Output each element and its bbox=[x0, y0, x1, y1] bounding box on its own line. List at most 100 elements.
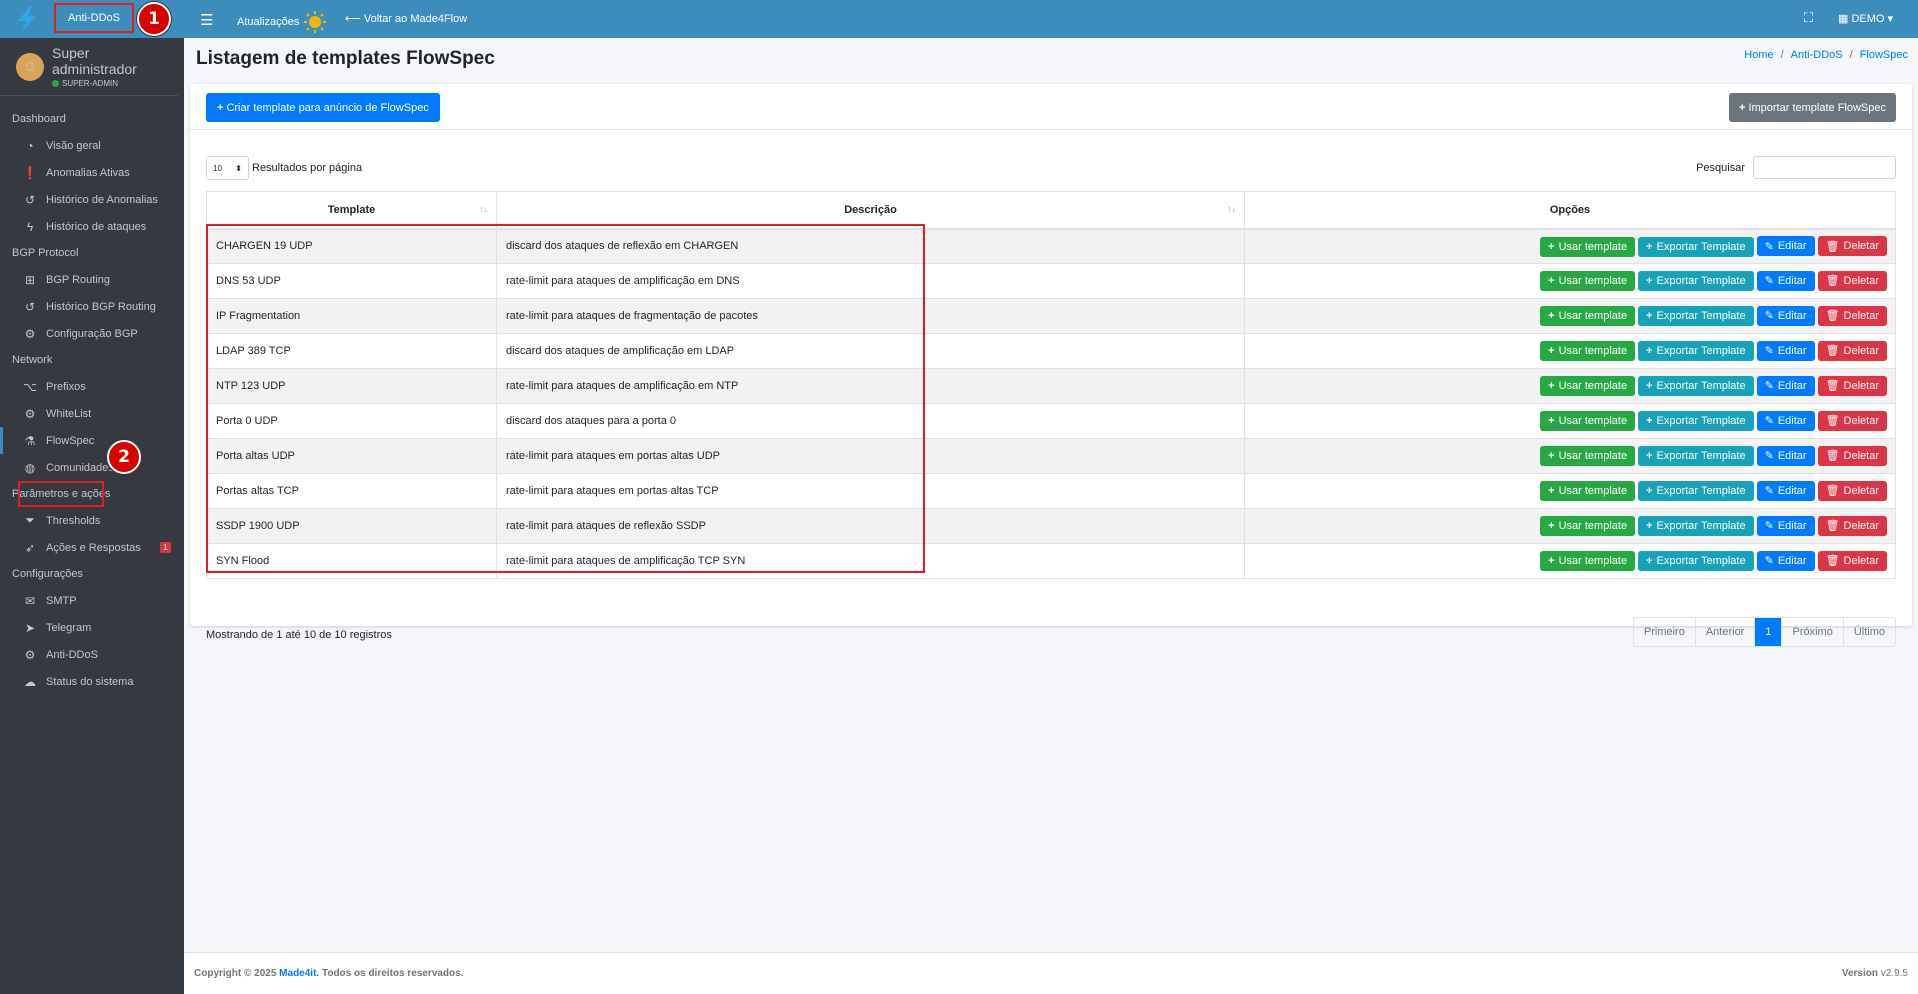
network-icon: ⌥ bbox=[23, 379, 37, 394]
sidebar-item-prefixos[interactable]: ⌥ Prefixos bbox=[0, 373, 184, 400]
pencil-icon: ✎ bbox=[1764, 415, 1774, 428]
breadcrumb-anti-ddos[interactable]: Anti-DDoS bbox=[1791, 49, 1843, 61]
use-template-button[interactable]: + Usar template bbox=[1540, 236, 1636, 257]
use-template-button[interactable]: + Usar template bbox=[1540, 376, 1636, 397]
sidebar-item-status-do-sistema[interactable]: ☁ Status do sistema bbox=[0, 668, 184, 695]
export-template-button[interactable]: + Exportar Template bbox=[1638, 446, 1754, 467]
sidebar-item-label: Histórico de ataques bbox=[46, 220, 147, 233]
create-template-label: Criar template para anúncio de FlowSpec bbox=[226, 101, 429, 114]
export-template-button[interactable]: + Exportar Template bbox=[1638, 516, 1754, 537]
edit-button[interactable]: ✎ Editar bbox=[1756, 375, 1815, 396]
delete-button[interactable]: 🗑 Deletar bbox=[1817, 550, 1887, 571]
sidebar-item-a-es-e-respostas[interactable]: ➶ Ações e Respostas 1 bbox=[0, 534, 184, 561]
create-template-button[interactable]: + Criar template para anúncio de FlowSpe… bbox=[206, 93, 440, 122]
options-cell: + Usar template + Exportar Template ✎ Editar 🗑… bbox=[1244, 403, 1896, 439]
options-cell: + Usar template + Exportar Template ✎ Editar 🗑… bbox=[1244, 368, 1896, 404]
export-template-button[interactable]: + Exportar Template bbox=[1638, 341, 1754, 362]
sidebar-item-thresholds[interactable]: ⏷ Thresholds bbox=[0, 507, 184, 534]
edit-button[interactable]: ✎ Editar bbox=[1756, 305, 1815, 326]
export-template-button[interactable]: + Exportar Template bbox=[1638, 376, 1754, 397]
pagination-first[interactable]: Primeiro bbox=[1634, 618, 1695, 646]
edit-button[interactable]: ✎ Editar bbox=[1756, 340, 1815, 361]
delete-button[interactable]: 🗑 Deletar bbox=[1817, 480, 1887, 501]
sidebar-item-whitelist[interactable]: ⚙ WhiteList bbox=[0, 400, 184, 427]
import-template-button[interactable]: + Importar template FlowSpec bbox=[1729, 93, 1896, 122]
delete-button[interactable]: 🗑 Deletar bbox=[1817, 236, 1887, 256]
template-cell: LDAP 389 TCP bbox=[206, 333, 497, 369]
sidebar-item-configura-o-bgp[interactable]: ⚙ Configuração BGP bbox=[0, 320, 184, 347]
use-template-button[interactable]: + Usar template bbox=[1540, 446, 1636, 467]
search-input[interactable] bbox=[1753, 156, 1896, 179]
sidebar-item-anti-ddos[interactable]: ⚙ Anti-DDoS bbox=[0, 641, 184, 668]
sidebar-item-hist-rico-de-anomalias[interactable]: ↺ Histórico de Anomalias bbox=[0, 186, 184, 213]
edit-button[interactable]: ✎ Editar bbox=[1756, 480, 1815, 501]
template-cell: DNS 53 UDP bbox=[206, 263, 497, 299]
sidebar-item-label: Ações e Respostas bbox=[46, 541, 141, 554]
delete-button[interactable]: 🗑 Deletar bbox=[1817, 305, 1887, 326]
edit-label: Editar bbox=[1777, 274, 1807, 287]
delete-button[interactable]: 🗑 Deletar bbox=[1817, 445, 1887, 466]
use-template-button[interactable]: + Usar template bbox=[1540, 271, 1636, 292]
pagination-next[interactable]: Próximo bbox=[1781, 618, 1842, 646]
edit-button[interactable]: ✎ Editar bbox=[1756, 270, 1815, 291]
export-template-button[interactable]: + Exportar Template bbox=[1638, 411, 1754, 432]
template-cell: NTP 123 UDP bbox=[206, 368, 497, 404]
use-template-label: Usar template bbox=[1558, 310, 1628, 323]
page-length-select[interactable]: 10 ⬍ bbox=[206, 156, 249, 180]
sidebar-item-comunidades[interactable]: ◍ Comunidades bbox=[0, 454, 184, 481]
pagination-previous[interactable]: Anterior bbox=[1694, 618, 1755, 646]
edit-button[interactable]: ✎ Editar bbox=[1756, 515, 1815, 536]
export-template-button[interactable]: + Exportar Template bbox=[1638, 551, 1754, 572]
menu-toggle-icon[interactable]: ☰ bbox=[200, 11, 213, 29]
module-badge[interactable]: Anti-DDoS bbox=[54, 3, 134, 33]
edit-label: Editar bbox=[1777, 484, 1807, 497]
select-arrows-icon: ⬍ bbox=[235, 163, 242, 173]
company-link[interactable]: Made4it. bbox=[279, 968, 319, 979]
export-template-button[interactable]: + Exportar Template bbox=[1638, 271, 1754, 292]
use-template-button[interactable]: + Usar template bbox=[1540, 341, 1636, 362]
pagination-last[interactable]: Último bbox=[1842, 618, 1895, 646]
delete-button[interactable]: 🗑 Deletar bbox=[1817, 410, 1887, 431]
use-template-button[interactable]: + Usar template bbox=[1540, 516, 1636, 537]
flowspec-highlight bbox=[18, 481, 104, 507]
export-template-button[interactable]: + Exportar Template bbox=[1638, 306, 1754, 327]
updates-link[interactable]: Atualizações bbox=[237, 10, 327, 34]
sidebar-item-anomalias-ativas[interactable]: ❗ Anomalias Ativas bbox=[0, 159, 184, 186]
edit-button[interactable]: ✎ Editar bbox=[1756, 236, 1815, 256]
delete-button[interactable]: 🗑 Deletar bbox=[1817, 375, 1887, 396]
edit-button[interactable]: ✎ Editar bbox=[1756, 445, 1815, 466]
export-template-button[interactable]: + Exportar Template bbox=[1638, 236, 1754, 257]
sidebar-item-flowspec[interactable]: ⚗ FlowSpec bbox=[0, 427, 184, 454]
use-template-button[interactable]: + Usar template bbox=[1540, 306, 1636, 327]
breadcrumb-home[interactable]: Home bbox=[1744, 49, 1773, 61]
sidebar-item-bgp-routing[interactable]: ⊞ BGP Routing bbox=[0, 266, 184, 293]
use-template-button[interactable]: + Usar template bbox=[1540, 481, 1636, 502]
sidebar-item-smtp[interactable]: ✉ SMTP bbox=[0, 587, 184, 614]
description-cell: rate-limit para ataques de fragmentação … bbox=[496, 298, 1245, 334]
sidebar-item-telegram[interactable]: ➤ Telegram bbox=[0, 614, 184, 641]
user-name[interactable]: Super administrador bbox=[52, 45, 178, 77]
sidebar-item-label: Thresholds bbox=[46, 514, 101, 527]
sidebar-item-hist-rico-de-ataques[interactable]: ϟ Histórico de ataques bbox=[0, 213, 184, 240]
pagination-page-1[interactable]: 1 bbox=[1754, 618, 1782, 646]
edit-button[interactable]: ✎ Editar bbox=[1756, 550, 1815, 571]
sidebar-item-hist-rico-bgp-routing[interactable]: ↺ Histórico BGP Routing bbox=[0, 293, 184, 320]
delete-button[interactable]: 🗑 Deletar bbox=[1817, 270, 1887, 291]
user-menu[interactable]: ▦ DEMO ▾ bbox=[1838, 12, 1893, 25]
column-header-description[interactable]: Descrição ↑↓ bbox=[496, 191, 1245, 230]
back-to-made4flow-link[interactable]: ⟵ Voltar ao Made4Flow bbox=[345, 12, 467, 25]
fullscreen-icon[interactable]: ⛶ bbox=[1804, 10, 1813, 26]
column-description-label: Descrição bbox=[844, 203, 897, 216]
edit-button[interactable]: ✎ Editar bbox=[1756, 410, 1815, 431]
use-template-button[interactable]: + Usar template bbox=[1540, 551, 1636, 572]
export-template-button[interactable]: + Exportar Template bbox=[1638, 481, 1754, 502]
column-header-template[interactable]: Template ↑↓ bbox=[206, 191, 497, 230]
breadcrumb-flowspec[interactable]: FlowSpec bbox=[1860, 49, 1908, 61]
brand-logo[interactable] bbox=[0, 0, 54, 38]
use-template-button[interactable]: + Usar template bbox=[1540, 411, 1636, 432]
description-cell: rate-limit para ataques em portas altas … bbox=[496, 438, 1245, 474]
user-panel: ☺ Super administrador SUPER-ADMIN bbox=[0, 38, 178, 96]
delete-button[interactable]: 🗑 Deletar bbox=[1817, 340, 1887, 361]
delete-button[interactable]: 🗑 Deletar bbox=[1817, 515, 1887, 536]
sidebar-item-vis-o-geral[interactable]: ◔ Visão geral bbox=[0, 132, 184, 159]
